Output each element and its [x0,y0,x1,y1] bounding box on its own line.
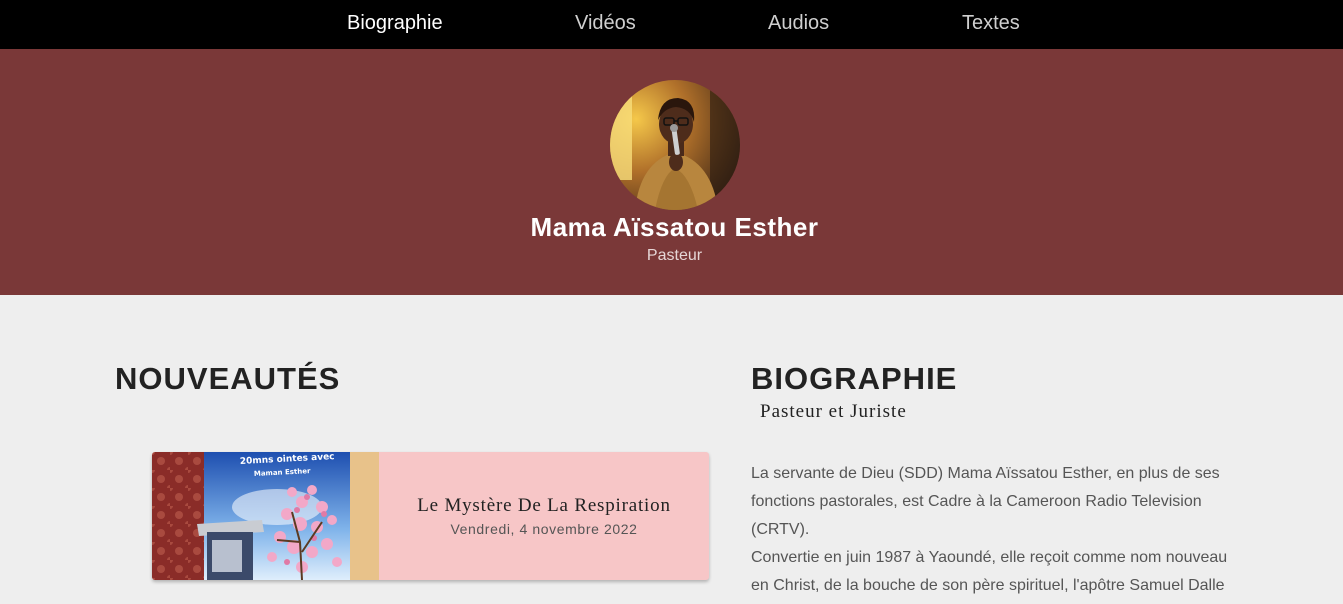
profile-hero: Mama Aïssatou Esther Pasteur [0,49,1343,295]
bio-paragraph: La servante de Dieu (SDD) Mama Aïssatou … [751,465,1220,538]
profile-photo [610,80,740,210]
news-heading: NOUVEAUTÉS [115,361,341,396]
news-thumbnail-image: 20mns ointes avec Maman Esther [152,452,379,580]
news-thumbnail: 20mns ointes avec Maman Esther [152,452,379,580]
nav-link-textes[interactable]: Textes [962,12,1020,35]
nav-link-videos[interactable]: Vidéos [575,12,636,35]
profile-name: Mama Aïssatou Esther [530,212,819,242]
news-card[interactable]: 20mns ointes avec Maman Esther Le Mystèr… [152,452,709,580]
bio-heading: BIOGRAPHIE [751,361,958,396]
nav-link-audios[interactable]: Audios [768,12,829,35]
top-nav: Biographie Vidéos Audios Textes [0,0,1343,49]
bio-text: La servante de Dieu (SDD) Mama Aïssatou … [751,460,1241,600]
profile-role: Pasteur [646,247,703,264]
profile-avatar [610,80,740,210]
news-card-title[interactable]: Le Mystère De La Respiration [379,495,709,517]
bio-subtitle: Pasteur et Juriste [760,401,907,422]
bio-paragraph: Convertie en juin 1987 à Yaoundé, elle r… [751,549,1228,594]
nav-link-biographie[interactable]: Biographie [347,12,443,35]
news-card-date: Vendredi, 4 novembre 2022 [450,521,638,537]
